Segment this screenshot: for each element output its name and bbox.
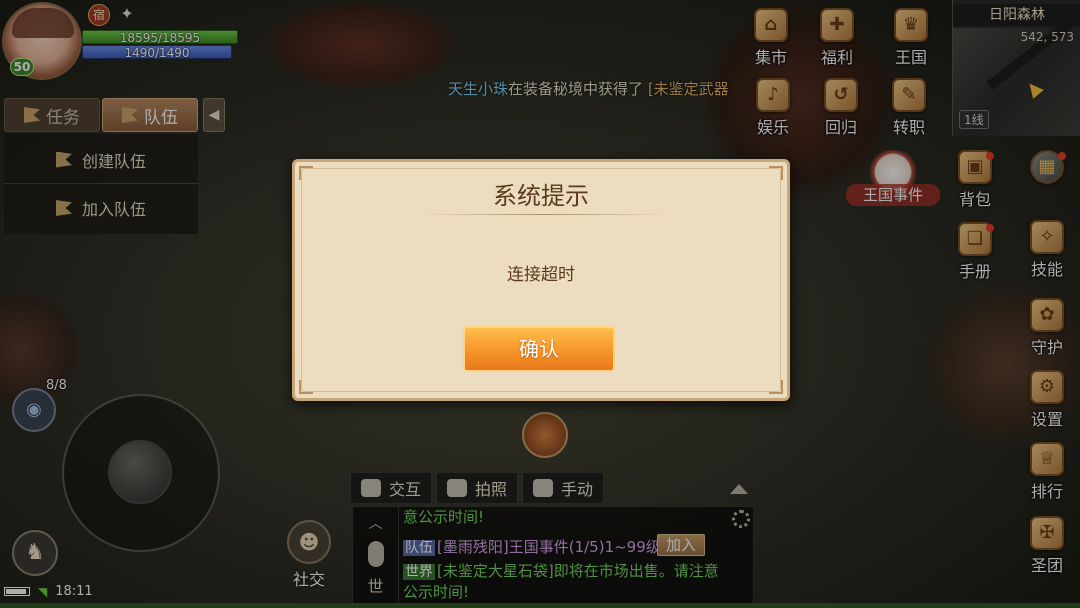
dialog-message: 连接超时 (507, 265, 575, 285)
confirm-button[interactable]: 确认 (463, 326, 615, 372)
corner-ornament (299, 380, 313, 394)
system-prompt-dialog: 系统提示 连接超时 确认 (292, 159, 790, 401)
corner-ornament (769, 380, 783, 394)
dialog-title: 系统提示 (493, 182, 589, 210)
dialog-divider (419, 214, 669, 215)
